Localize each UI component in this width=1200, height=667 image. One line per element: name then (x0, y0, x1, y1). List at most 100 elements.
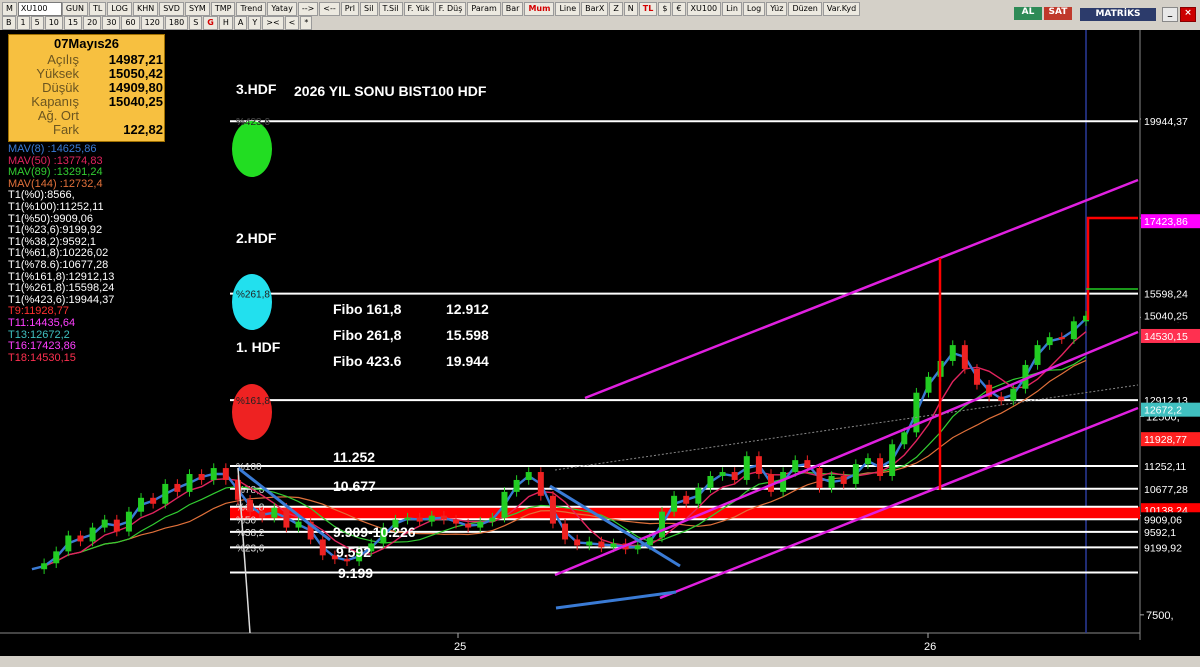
sell-button[interactable]: SAT (1044, 7, 1072, 20)
toolbar-button-row1-13[interactable]: T.Sil (378, 2, 403, 16)
price-tag-label: 9592,1 (1144, 527, 1176, 539)
toolbar-button-row2-15[interactable]: >< (262, 16, 284, 30)
toolbar-button-row2-13[interactable]: A (233, 16, 248, 30)
candle-body (901, 432, 908, 445)
info-label: Ağ. Ort (37, 108, 79, 123)
toolbar-button-row2-0[interactable]: B (2, 16, 16, 30)
toolbar-button-row1-4[interactable]: SVD (159, 2, 184, 16)
candle-body (89, 527, 96, 542)
hdf2-label: 2.HDF (236, 230, 277, 246)
close-icon[interactable]: × (1180, 7, 1196, 22)
candle-body (549, 495, 556, 524)
toolbar-button-row1-10[interactable]: <-- (319, 2, 340, 16)
support-zone (230, 506, 1140, 520)
candle-body (707, 476, 714, 488)
indicator-line: MAV(8) :14625,86 (8, 143, 97, 155)
level-label: 9.199 (338, 565, 373, 581)
fib-pct-label: %161,8 (236, 396, 270, 407)
buy-button[interactable]: AL (1014, 7, 1042, 20)
candle-body (453, 519, 460, 524)
price-chart[interactable]: 20000,17500,15000,12500,10000,7500,2526%… (0, 30, 1200, 656)
candle-body (852, 464, 859, 484)
toolbar-button-row2-5[interactable]: 20 (83, 16, 102, 30)
candle-body (428, 515, 435, 522)
candle-body (816, 468, 823, 488)
candle-body (804, 460, 811, 469)
indicator-line: T16:17423,86 (8, 340, 76, 353)
toolbar-button-row2-8[interactable]: 120 (140, 16, 164, 30)
toolbar-button-row2-17[interactable]: * (300, 16, 313, 30)
toolbar-button-row2-1[interactable]: 1 (16, 16, 30, 30)
fib-pct-label: %423,6 (236, 117, 270, 128)
candle-body (1058, 337, 1065, 340)
candle-body (319, 539, 326, 556)
toolbar-button-row1-30[interactable]: Düzen (788, 2, 822, 16)
toolbar-button-row1-17[interactable]: Bar (501, 2, 524, 16)
toolbar-button-row1-6[interactable]: TMP (210, 2, 236, 16)
candle-body (489, 517, 496, 522)
toolbar-button-row1-29[interactable]: Yüz (766, 2, 788, 16)
candle-body (477, 521, 484, 528)
info-label: Düşük (42, 80, 79, 95)
toolbar-button-row1-11[interactable]: Prl (340, 2, 359, 16)
info-label: Açılış (47, 52, 79, 67)
candle-body (404, 517, 411, 520)
candle-body (877, 458, 884, 477)
toolbar-button-row1-28[interactable]: Log (742, 2, 766, 16)
toolbar-button-row1-3[interactable]: KHN (132, 2, 159, 16)
candle-body (283, 507, 290, 528)
toolbar-button-row2-6[interactable]: 30 (102, 16, 121, 30)
candle-body (537, 472, 544, 496)
toolbar-button-row2-11[interactable]: G (203, 16, 218, 30)
toolbar-button-row1-19[interactable]: Line (555, 2, 581, 16)
toolbar-button-row1-12[interactable]: Sil (359, 2, 378, 16)
candle-body (755, 456, 762, 475)
toolbar-button-row1-14[interactable]: F. Yük (403, 2, 434, 16)
toolbar-button-row2-16[interactable]: < (284, 16, 300, 30)
info-row-close: Kapanış 15040,25 (9, 94, 164, 109)
menu-icon[interactable]: M (2, 2, 17, 16)
info-value: 14987,21 (108, 52, 163, 67)
toolbar-button-row1-15[interactable]: F. Düş (434, 2, 467, 16)
toolbar-button-row2-12[interactable]: H (218, 16, 233, 30)
toolbar-button-row1-23[interactable]: TL (638, 2, 658, 16)
toolbar-button-row2-9[interactable]: 180 (164, 16, 189, 30)
toolbar-button-row1-7[interactable]: Trend (236, 2, 267, 16)
status-bar (0, 656, 1200, 667)
price-tag-label: 10677,28 (1144, 484, 1188, 496)
toolbar-button-row1-2[interactable]: LOG (107, 2, 132, 16)
toolbar-button-row1-8[interactable]: Yatay (267, 2, 297, 16)
toolbar-button-row1-16[interactable]: Param (467, 2, 501, 16)
toolbar-button-row2-2[interactable]: 5 (30, 16, 44, 30)
level-label: 9.909-10.226 (333, 524, 416, 540)
toolbar-button-row2-7[interactable]: 60 (121, 16, 140, 30)
info-label: Fark (53, 122, 79, 137)
toolbar-button-row1-18[interactable]: Mum (524, 2, 555, 16)
toolbar-button-row1-27[interactable]: Lin (722, 2, 742, 16)
minimize-icon[interactable]: _ (1162, 7, 1178, 22)
toolbar-button-row2-14[interactable]: Y (248, 16, 262, 30)
toolbar-button-row1-25[interactable]: € (672, 2, 686, 16)
toolbar-button-row2-4[interactable]: 15 (63, 16, 83, 30)
toolbar-button-row1-9[interactable]: --> (297, 2, 319, 16)
ohlc-info-box: 07Mayıs26 Açılış 14987,21 Yüksek 15050,42 … (8, 34, 165, 142)
toolbar-button-row1-31[interactable]: Var.Kyd (822, 2, 861, 16)
hdf-ellipse (232, 274, 272, 330)
toolbar-button-row1-24[interactable]: $ (658, 2, 672, 16)
toolbar-button-row1-5[interactable]: SYM (184, 2, 210, 16)
toolbar-button-row2-3[interactable]: 10 (44, 16, 63, 30)
candle-body (186, 474, 193, 492)
toolbar-button-row1-1[interactable]: TL (88, 2, 107, 16)
toolbar-button-row2-10[interactable]: S (189, 16, 203, 30)
indicator-legend: MAV(8) :14625,86 MAV(50) :13774,83 MAV(89)… (8, 143, 114, 364)
symbol-input[interactable]: XU100 (17, 2, 62, 16)
toolbar-button-row1-20[interactable]: BarX (581, 2, 609, 16)
candle-body (889, 444, 896, 477)
level-label: 11.252 (333, 449, 375, 465)
toolbar-button-row1-0[interactable]: GUN (61, 2, 88, 16)
toolbar-button-row1-22[interactable]: N (623, 2, 638, 16)
toolbar-button-row1-26[interactable]: XU100 (686, 2, 722, 16)
candle-body (41, 563, 48, 570)
toolbar-button-row1-21[interactable]: Z (609, 2, 623, 16)
price-tag-label: 9909,06 (1144, 514, 1182, 526)
